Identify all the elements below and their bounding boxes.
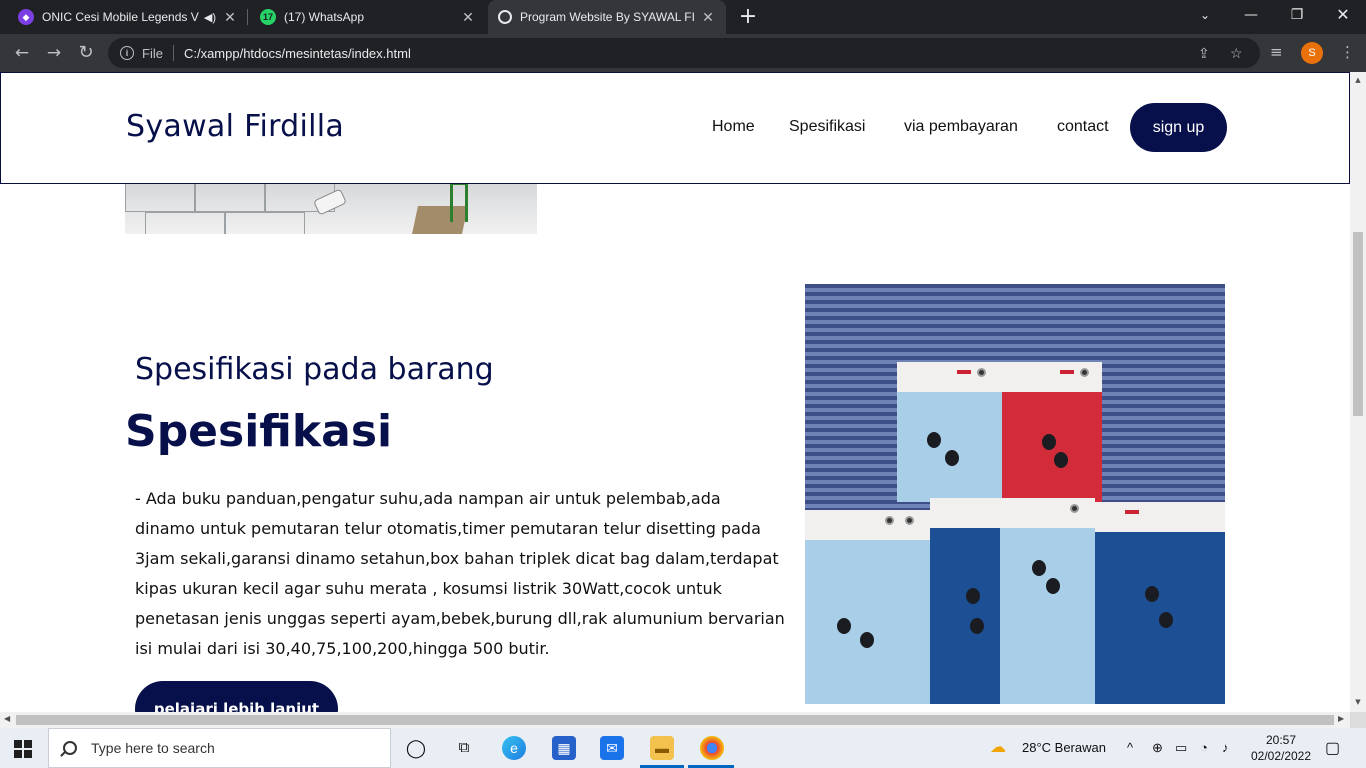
chrome-icon[interactable] bbox=[700, 736, 724, 760]
close-icon[interactable]: ✕ bbox=[700, 9, 716, 26]
back-icon[interactable]: ← bbox=[8, 40, 36, 66]
site-navbar: Syawal Firdilla Home Spesifikasi via pem… bbox=[0, 72, 1350, 184]
profile-avatar[interactable]: S bbox=[1301, 42, 1323, 64]
forward-icon[interactable]: → bbox=[40, 40, 68, 66]
onic-icon: ◆ bbox=[18, 9, 34, 25]
taskbar-search[interactable]: Type here to search bbox=[48, 728, 391, 768]
tab-title: ONIC Cesi Mobile Legends V bbox=[42, 10, 199, 24]
horizontal-scrollbar[interactable]: ◀ ▶ bbox=[0, 712, 1350, 728]
browser-toolbar: ← → ↻ i File C:/xampp/htdocs/mesintetas/… bbox=[0, 34, 1366, 72]
scrollbar-corner bbox=[1350, 712, 1366, 728]
bookmark-star-icon[interactable]: ☆ bbox=[1230, 45, 1243, 62]
section-title: Spesifikasi bbox=[125, 406, 393, 457]
nav-contact[interactable]: contact bbox=[1057, 118, 1109, 136]
spec-description: - Ada buku panduan,pengatur suhu,ada nam… bbox=[135, 489, 785, 658]
scroll-down-icon[interactable]: ▼ bbox=[1353, 698, 1363, 706]
mail-icon[interactable]: ✉ bbox=[600, 736, 624, 760]
volume-icon[interactable]: ♪ bbox=[1222, 740, 1229, 755]
scroll-right-icon[interactable]: ▶ bbox=[1338, 714, 1344, 723]
tab-search-icon[interactable]: ⌄ bbox=[1182, 0, 1228, 30]
chevron-up-icon[interactable]: ^ bbox=[1127, 740, 1133, 755]
info-icon[interactable]: i bbox=[120, 46, 134, 60]
signup-button[interactable]: sign up bbox=[1130, 103, 1227, 152]
globe-icon bbox=[498, 10, 512, 24]
tab-title: Program Website By SYAWAL FIR bbox=[520, 10, 694, 24]
cortana-icon[interactable]: ◯ bbox=[404, 736, 428, 760]
page-viewport: Syawal Firdilla Home Spesifikasi via pem… bbox=[0, 72, 1350, 712]
nav-home[interactable]: Home bbox=[712, 118, 755, 136]
scroll-up-icon[interactable]: ▲ bbox=[1353, 76, 1363, 84]
new-tab-button[interactable]: + bbox=[736, 4, 760, 30]
tab-whatsapp[interactable]: 17 (17) WhatsApp ✕ bbox=[250, 0, 486, 34]
battery-icon[interactable]: ▭ bbox=[1175, 740, 1187, 756]
clock-time: 20:57 bbox=[1265, 733, 1297, 747]
close-icon[interactable]: ✕ bbox=[460, 9, 476, 26]
scheme-label: File bbox=[142, 45, 163, 61]
divider bbox=[172, 45, 174, 61]
incubator-product-image bbox=[805, 284, 1225, 704]
weather-text[interactable]: 28°C Berawan bbox=[1022, 740, 1106, 755]
minimize-button[interactable]: — bbox=[1228, 0, 1274, 30]
site-brand[interactable]: Syawal Firdilla bbox=[126, 109, 344, 144]
search-placeholder: Type here to search bbox=[91, 740, 215, 756]
section-subtitle: Spesifikasi pada barang bbox=[135, 352, 494, 387]
task-view-icon[interactable]: ⧉ bbox=[452, 736, 476, 760]
tab-separator bbox=[247, 9, 248, 25]
scrollbar-thumb[interactable] bbox=[1353, 232, 1363, 416]
reload-icon[interactable]: ↻ bbox=[72, 40, 100, 66]
scroll-left-icon[interactable]: ◀ bbox=[4, 714, 10, 723]
nav-via-pembayaran[interactable]: via pembayaran bbox=[904, 118, 1018, 136]
edge-icon[interactable]: e bbox=[502, 736, 526, 760]
vertical-scrollbar[interactable]: ▲ ▼ bbox=[1350, 72, 1366, 712]
nav-spesifikasi[interactable]: Spesifikasi bbox=[789, 118, 865, 136]
weather-icon[interactable]: ☁ bbox=[990, 737, 1006, 757]
store-icon[interactable]: ▦ bbox=[552, 736, 576, 760]
tab-onic[interactable]: ◆ ONIC Cesi Mobile Legends V ◀) ✕ bbox=[8, 0, 248, 34]
search-icon bbox=[63, 741, 77, 755]
file-explorer-icon[interactable]: ▬ bbox=[650, 736, 674, 760]
close-window-button[interactable]: ✕ bbox=[1320, 0, 1366, 30]
windows-taskbar: Type here to search ◯ ⧉ e ▦ ✉ ▬ ☁ 28°C B… bbox=[0, 728, 1366, 768]
clock[interactable]: 20:57 02/02/2022 bbox=[1246, 732, 1316, 764]
restore-button[interactable]: ❐ bbox=[1274, 0, 1320, 30]
address-bar[interactable]: i File C:/xampp/htdocs/mesintetas/index.… bbox=[108, 38, 1260, 68]
windows-start-icon[interactable] bbox=[14, 740, 32, 758]
share-icon[interactable]: ⇪ bbox=[1198, 45, 1210, 62]
reading-list-icon[interactable]: ≡ bbox=[1270, 43, 1283, 61]
wifi-icon[interactable]: ◔ bbox=[1200, 740, 1208, 755]
whatsapp-icon: 17 bbox=[260, 9, 276, 25]
tab-program-website[interactable]: Program Website By SYAWAL FIR ✕ bbox=[488, 0, 726, 34]
tab-title: (17) WhatsApp bbox=[284, 10, 365, 24]
tab-strip: ◆ ONIC Cesi Mobile Legends V ◀) ✕ 17 (17… bbox=[0, 0, 1366, 34]
menu-icon[interactable]: ⋮ bbox=[1340, 43, 1355, 61]
clock-date: 02/02/2022 bbox=[1250, 749, 1312, 763]
notification-icon[interactable]: ▢ bbox=[1325, 738, 1340, 758]
speaker-icon[interactable]: ◀) bbox=[204, 11, 216, 24]
scrollbar-thumb[interactable] bbox=[16, 715, 1334, 725]
close-icon[interactable]: ✕ bbox=[222, 9, 238, 26]
learn-more-button[interactable]: pelajari lebih lanjut bbox=[135, 681, 338, 712]
network-device-icon[interactable]: ⊕ bbox=[1152, 740, 1163, 756]
url-text[interactable]: C:/xampp/htdocs/mesintetas/index.html bbox=[184, 46, 411, 61]
